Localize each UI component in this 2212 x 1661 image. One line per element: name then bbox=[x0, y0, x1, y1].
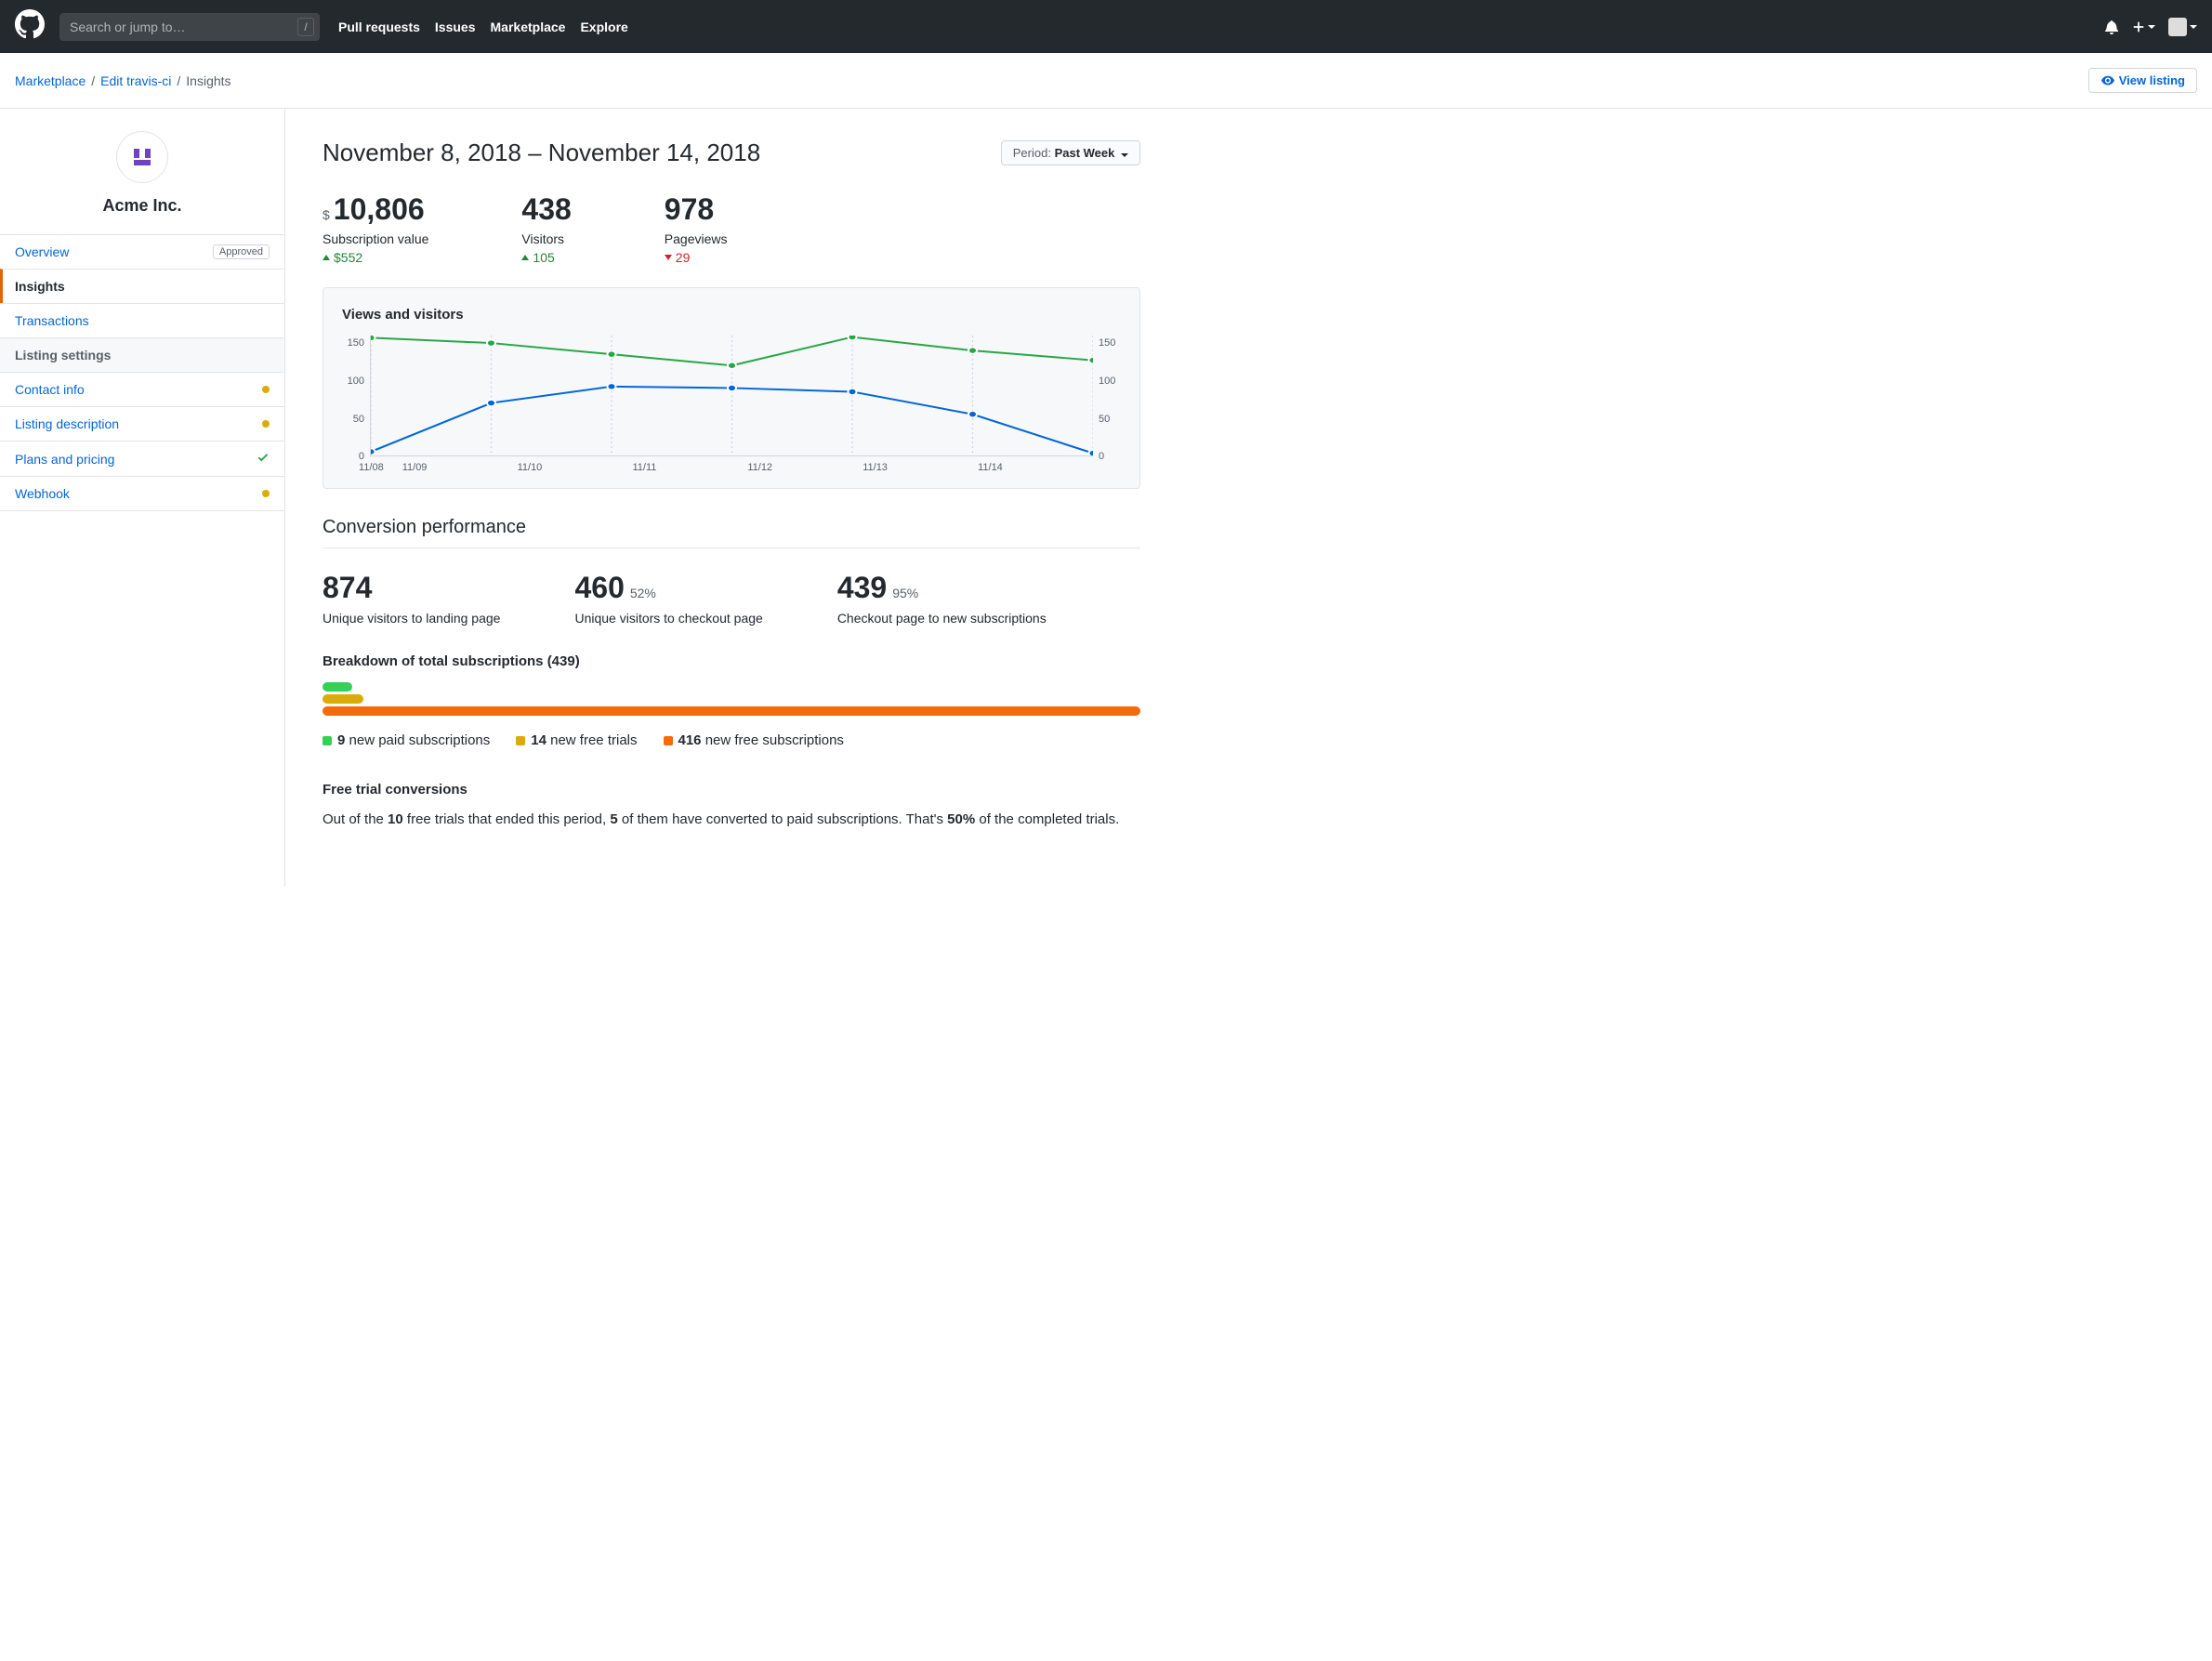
arrow-up-icon bbox=[323, 255, 330, 260]
sidebar-item-insights[interactable]: Insights bbox=[0, 269, 284, 303]
bar-trials bbox=[323, 694, 363, 704]
conversion-performance-title: Conversion performance bbox=[323, 517, 1140, 548]
sidebar-section-header: Listing settings bbox=[0, 337, 284, 372]
conv-checkout: 46052% Unique visitors to checkout page bbox=[574, 571, 762, 626]
sidebar-item-listing-description[interactable]: Listing description bbox=[0, 406, 284, 441]
legend-free: 416 new free subscriptions bbox=[664, 732, 844, 748]
square-icon bbox=[664, 736, 673, 745]
sidebar-item-webhook[interactable]: Webhook bbox=[0, 476, 284, 511]
y-axis-left: 150100500 bbox=[336, 336, 370, 456]
user-menu-dropdown[interactable] bbox=[2168, 18, 2197, 36]
create-new-dropdown[interactable] bbox=[2132, 20, 2155, 33]
free-trial-body: Out of the 10 free trials that ended thi… bbox=[323, 809, 1140, 831]
chart-title: Views and visitors bbox=[342, 307, 1126, 323]
sidebar-item-label: Overview bbox=[15, 244, 69, 259]
square-icon bbox=[516, 736, 525, 745]
breakdown-bars bbox=[323, 682, 1140, 716]
legend-trials: 14 new free trials bbox=[516, 732, 637, 748]
nav-pull-requests[interactable]: Pull requests bbox=[338, 20, 420, 34]
bar-free bbox=[323, 706, 1140, 716]
status-dot-icon bbox=[262, 386, 270, 393]
slash-key-icon: / bbox=[297, 18, 314, 36]
view-listing-label: View listing bbox=[2119, 73, 2185, 87]
sidebar-item-label: Plans and pricing bbox=[15, 452, 114, 467]
search-input[interactable] bbox=[59, 13, 320, 41]
breakdown-legend: 9 new paid subscriptions 14 new free tri… bbox=[323, 732, 1140, 748]
global-header: / Pull requests Issues Marketplace Explo… bbox=[0, 0, 2212, 53]
period-dropdown[interactable]: Period: Past Week bbox=[1001, 140, 1140, 165]
arrow-down-icon bbox=[665, 255, 672, 260]
conv-subscriptions: 43995% Checkout page to new subscription… bbox=[837, 571, 1047, 626]
nav-explore[interactable]: Explore bbox=[580, 20, 627, 34]
breadcrumb-current: Insights bbox=[186, 73, 230, 88]
square-icon bbox=[323, 736, 332, 745]
sidebar-item-transactions[interactable]: Transactions bbox=[0, 303, 284, 337]
sidebar-item-label: Transactions bbox=[15, 313, 89, 328]
org-avatar-icon bbox=[116, 131, 168, 183]
sidebar-item-label: Listing description bbox=[15, 416, 119, 431]
nav-marketplace[interactable]: Marketplace bbox=[491, 20, 566, 34]
x-axis: 11/0811/0911/1011/1111/1211/1311/14 bbox=[370, 462, 1093, 473]
sidebar-item-label: Contact info bbox=[15, 382, 85, 397]
view-listing-button[interactable]: View listing bbox=[2088, 68, 2197, 93]
org-name: Acme Inc. bbox=[0, 196, 284, 216]
sidebar-item-plans-pricing[interactable]: Plans and pricing bbox=[0, 441, 284, 476]
page-title: November 8, 2018 – November 14, 2018 bbox=[323, 138, 1001, 167]
sidebar-item-label: Webhook bbox=[15, 486, 70, 501]
check-icon bbox=[257, 451, 270, 467]
breadcrumb-sep: / bbox=[91, 73, 95, 88]
main-content: November 8, 2018 – November 14, 2018 Per… bbox=[285, 109, 1178, 887]
status-dot-icon bbox=[262, 420, 270, 428]
y-axis-right: 150100500 bbox=[1093, 336, 1126, 456]
views-visitors-chart: Views and visitors 150100500 150100500 1… bbox=[323, 287, 1140, 489]
legend-paid: 9 new paid subscriptions bbox=[323, 732, 490, 748]
breadcrumb-sep: / bbox=[177, 73, 180, 88]
stat-visitors: 438 Visitors 105 bbox=[521, 193, 571, 265]
avatar-icon bbox=[2168, 18, 2187, 36]
sidebar-item-label: Insights bbox=[15, 279, 65, 294]
github-logo-icon[interactable] bbox=[15, 9, 45, 44]
conv-landing: 874 Unique visitors to landing page bbox=[323, 571, 500, 626]
breadcrumb-bar: Marketplace / Edit travis-ci / Insights … bbox=[0, 53, 2212, 109]
breakdown-title: Breakdown of total subscriptions (439) bbox=[323, 653, 1140, 669]
stat-pageviews: 978 Pageviews 29 bbox=[665, 193, 728, 265]
chart-plot bbox=[370, 336, 1093, 456]
global-search[interactable]: / bbox=[59, 13, 320, 41]
stat-subscription-value: $10,806 Subscription value $552 bbox=[323, 193, 428, 265]
breadcrumb-marketplace[interactable]: Marketplace bbox=[15, 73, 86, 88]
sidebar-profile: Acme Inc. bbox=[0, 109, 284, 234]
sidebar-item-overview[interactable]: Overview Approved bbox=[0, 234, 284, 269]
notifications-icon[interactable] bbox=[2104, 20, 2119, 34]
sidebar: Acme Inc. Overview Approved Insights Tra… bbox=[0, 109, 285, 887]
arrow-up-icon bbox=[521, 255, 529, 260]
primary-nav: Pull requests Issues Marketplace Explore bbox=[338, 20, 643, 34]
status-badge: Approved bbox=[213, 244, 270, 259]
nav-issues[interactable]: Issues bbox=[435, 20, 476, 34]
status-dot-icon bbox=[262, 490, 270, 497]
sidebar-item-contact-info[interactable]: Contact info bbox=[0, 372, 284, 406]
bar-paid bbox=[323, 682, 352, 692]
breadcrumb-edit-listing[interactable]: Edit travis-ci bbox=[100, 73, 171, 88]
free-trial-title: Free trial conversions bbox=[323, 782, 1140, 798]
